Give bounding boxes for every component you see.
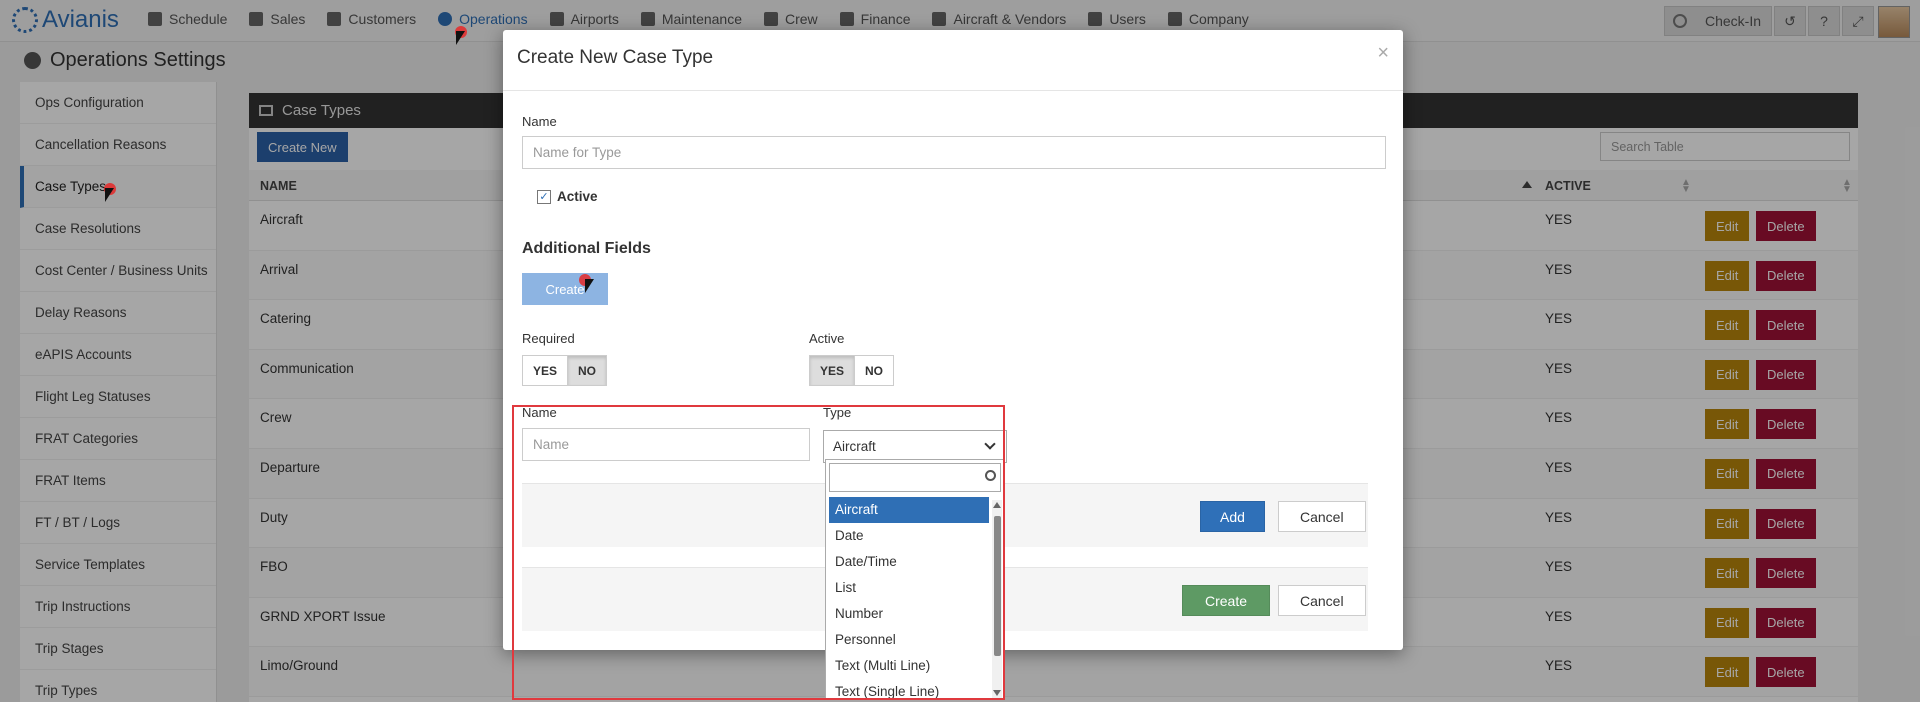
modal-title: Create New Case Type (517, 47, 714, 68)
dropdown-option[interactable]: List (829, 575, 989, 601)
name-label: Name (522, 114, 557, 129)
create-field-button[interactable]: Create (522, 273, 608, 305)
modal-header: Create New Case Type × (503, 30, 1403, 91)
scroll-up-icon[interactable] (993, 502, 1001, 508)
scrollbar-thumb[interactable] (994, 516, 1001, 656)
required-label: Required (522, 331, 575, 346)
add-field-button[interactable]: Add (1200, 501, 1265, 532)
search-icon (985, 470, 996, 481)
dropdown-search-input[interactable] (829, 463, 1001, 492)
active-checkbox[interactable]: ✓ (537, 190, 551, 204)
dropdown-scrollbar[interactable] (992, 500, 1002, 698)
field-name-input[interactable] (522, 428, 810, 461)
mouse-cursor-icon (456, 31, 465, 45)
required-no-option[interactable]: NO (567, 356, 607, 385)
scroll-down-icon[interactable] (993, 690, 1001, 696)
required-toggle: YES NO (522, 355, 608, 386)
field-type-label: Type (823, 405, 852, 420)
dropdown-option[interactable]: Date/Time (829, 549, 989, 575)
dropdown-option[interactable]: Number (829, 601, 989, 627)
cancel-field-button[interactable]: Cancel (1278, 501, 1366, 532)
chevron-down-icon (984, 438, 996, 450)
field-type-dropdown: Aircraft Date Date/Time List Number Personnel… (825, 459, 1005, 699)
field-active-label: Active (809, 331, 845, 346)
create-case-type-button[interactable]: Create (1182, 585, 1271, 616)
active-checkbox-label: Active (557, 189, 598, 204)
field-type-selected-value: Aircraft (833, 439, 876, 454)
dropdown-option[interactable]: Date (829, 523, 989, 549)
dropdown-option[interactable]: Personnel (829, 627, 989, 653)
dropdown-options: Aircraft Date Date/Time List Number Personnel… (829, 497, 989, 702)
dropdown-option[interactable]: Text (Multi Line) (829, 653, 989, 679)
field-active-toggle: YES NO (809, 355, 895, 386)
active-no-option[interactable]: NO (854, 356, 893, 385)
mouse-cursor-icon (585, 279, 594, 293)
required-yes-option[interactable]: YES (523, 356, 567, 385)
cancel-modal-button[interactable]: Cancel (1278, 585, 1366, 616)
close-icon[interactable]: × (1377, 42, 1389, 65)
dropdown-option[interactable]: Text (Single Line) (829, 679, 989, 702)
dropdown-option[interactable]: Aircraft (829, 497, 989, 523)
field-name-label: Name (522, 405, 557, 420)
additional-fields-title: Additional Fields (522, 240, 651, 257)
active-yes-option[interactable]: YES (810, 356, 855, 385)
mouse-cursor-icon (105, 188, 114, 202)
case-type-name-input[interactable] (522, 136, 1386, 169)
